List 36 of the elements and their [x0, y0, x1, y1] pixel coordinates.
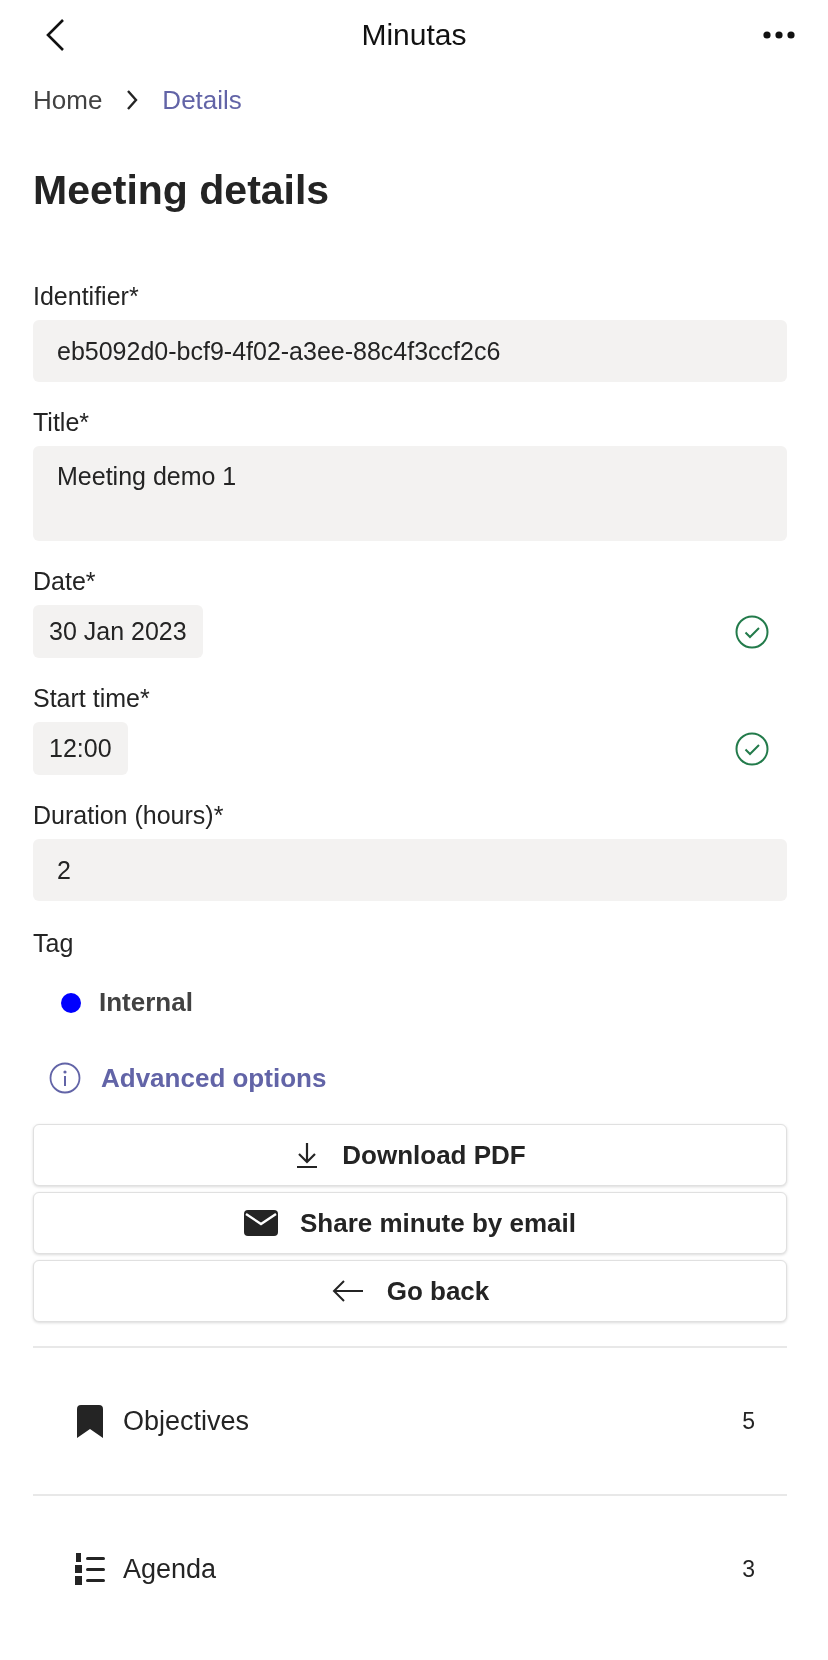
section-label: Agenda	[123, 1553, 218, 1585]
input-field[interactable]: 2	[33, 839, 787, 901]
chevron-right-icon	[126, 89, 139, 111]
app-title: Minutas	[361, 18, 467, 52]
field-label: Start time*	[33, 683, 151, 714]
more-icon	[763, 31, 795, 39]
action-button[interactable]: Download PDF	[33, 1124, 787, 1186]
tag-label: Internal	[99, 987, 193, 1018]
action-button[interactable]: Go back	[33, 1260, 787, 1322]
field-label: Duration (hours)*	[33, 800, 225, 831]
envelope-icon	[244, 1210, 278, 1236]
back-button[interactable]	[45, 18, 65, 52]
breadcrumb-link[interactable]: Details	[162, 84, 242, 116]
field-label: Title*	[33, 407, 91, 438]
numbered-list-icon	[75, 1553, 105, 1585]
input-field[interactable]: 30 Jan 2023	[33, 605, 203, 658]
page-heading: Meeting details	[33, 166, 331, 214]
breadcrumb-link[interactable]: Home	[33, 84, 103, 116]
item-count: 3	[742, 1555, 755, 1583]
field-label: Date*	[33, 566, 97, 597]
more-button[interactable]	[763, 31, 795, 39]
info-icon	[49, 1062, 81, 1094]
field-label: Identifier*	[33, 281, 140, 312]
arrow-left-icon	[330, 1279, 365, 1303]
section-label: Objectives	[123, 1405, 251, 1437]
bookmark-icon	[77, 1404, 103, 1438]
section-row[interactable]: Objectives 5	[33, 1348, 787, 1494]
input-field[interactable]: eb5092d0-bcf9-4f02-a3ee-88c4f3ccf2c6	[33, 320, 787, 382]
section-row[interactable]: Agenda 3	[33, 1496, 787, 1642]
field-label: Tag	[33, 928, 75, 959]
advanced-options-link[interactable]: Advanced options	[101, 1062, 327, 1094]
input-field[interactable]: 12:00	[33, 722, 128, 775]
chevron-left-icon	[45, 18, 65, 52]
action-button[interactable]: Share minute by email	[33, 1192, 787, 1254]
input-field[interactable]: Meeting demo 1	[33, 446, 787, 541]
item-count: 5	[742, 1407, 755, 1435]
